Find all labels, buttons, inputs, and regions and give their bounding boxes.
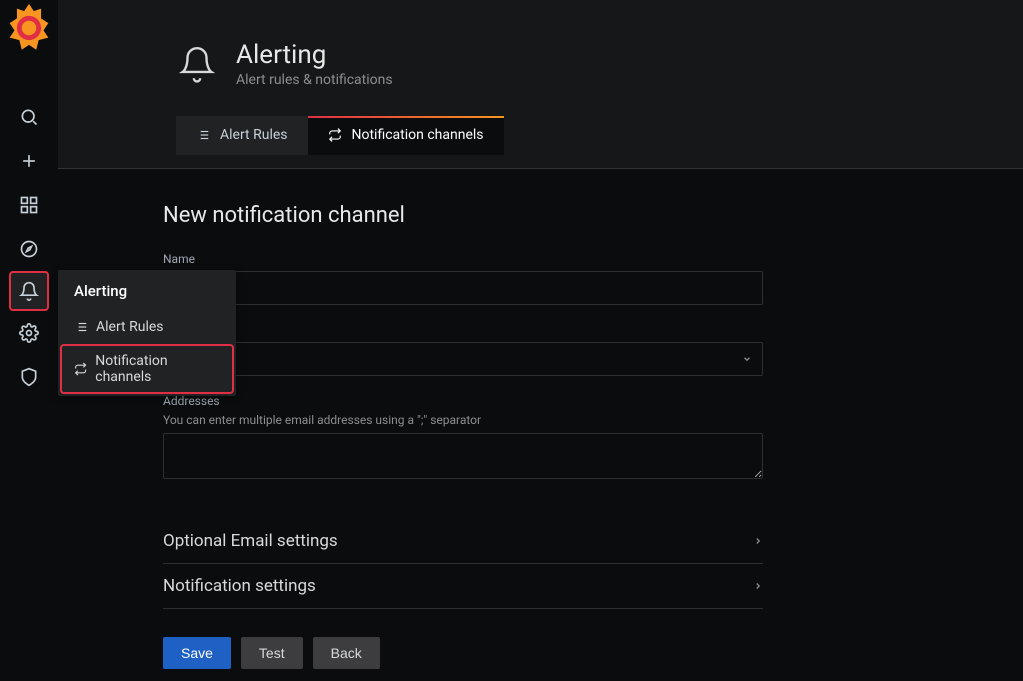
- expandable-label: Notification settings: [163, 576, 316, 596]
- test-button[interactable]: Test: [241, 637, 303, 669]
- grid-icon: [19, 195, 39, 215]
- logo[interactable]: [0, 0, 58, 55]
- expandable-notification-settings[interactable]: Notification settings: [163, 564, 763, 609]
- name-label: Name: [163, 252, 763, 266]
- list-icon: [196, 128, 210, 142]
- bell-icon: [178, 45, 216, 83]
- gear-icon: [19, 323, 39, 343]
- type-select[interactable]: Email: [163, 342, 763, 376]
- form-group-addresses: Addresses You can enter multiple email a…: [163, 394, 763, 483]
- button-row: Save Test Back: [163, 637, 1023, 669]
- content: New notification channel Name Type Email…: [58, 169, 1023, 681]
- chevron-right-icon: [753, 581, 763, 591]
- page-subtitle: Alert rules & notifications: [236, 72, 393, 88]
- create-nav[interactable]: [0, 139, 58, 183]
- plus-icon: [19, 151, 39, 171]
- back-button[interactable]: Back: [313, 637, 380, 669]
- save-button[interactable]: Save: [163, 637, 231, 669]
- tab-label: Alert Rules: [220, 127, 288, 143]
- addresses-textarea[interactable]: [163, 433, 763, 479]
- compass-icon: [19, 239, 39, 259]
- shield-icon: [19, 367, 39, 387]
- chevron-down-icon: [742, 354, 752, 364]
- list-icon: [74, 320, 88, 334]
- configuration-nav[interactable]: [0, 311, 58, 355]
- addresses-help: You can enter multiple email addresses u…: [163, 413, 763, 427]
- section-title: New notification channel: [163, 203, 1023, 228]
- alerting-nav[interactable]: [9, 271, 49, 311]
- page-header: Alerting Alert rules & notifications: [58, 0, 1023, 88]
- grafana-logo-icon: [0, 0, 58, 57]
- page-title: Alerting: [236, 40, 393, 70]
- form-group-type: Type Email: [163, 323, 763, 376]
- search-icon: [19, 107, 39, 127]
- flyout-item-alert-rules[interactable]: Alert Rules: [58, 310, 236, 344]
- tabs: Alert Rules Notification channels: [176, 116, 1023, 155]
- addresses-label: Addresses: [163, 394, 763, 408]
- sidebar: [0, 0, 58, 681]
- chevron-right-icon: [753, 536, 763, 546]
- flyout-item-notification-channels[interactable]: Notification channels: [60, 344, 234, 394]
- header-bar: Alerting Alert rules & notifications Ale…: [58, 0, 1023, 169]
- tab-notification-channels[interactable]: Notification channels: [308, 116, 504, 155]
- explore-nav[interactable]: [0, 227, 58, 271]
- name-input[interactable]: [163, 271, 763, 305]
- share-icon: [328, 128, 342, 142]
- page-titles: Alerting Alert rules & notifications: [236, 40, 393, 88]
- flyout-title: Alerting: [58, 270, 236, 310]
- form-group-name: Name: [163, 252, 763, 305]
- expandable-optional-email[interactable]: Optional Email settings: [163, 519, 763, 564]
- share-icon: [74, 362, 87, 376]
- dashboards-nav[interactable]: [0, 183, 58, 227]
- flyout-item-label: Alert Rules: [96, 319, 164, 335]
- flyout-item-label: Notification channels: [95, 353, 220, 385]
- tab-label: Notification channels: [352, 127, 484, 143]
- tab-alert-rules[interactable]: Alert Rules: [176, 116, 308, 155]
- sidebar-flyout: Alerting Alert Rules Notification channe…: [58, 270, 236, 396]
- server-admin-nav[interactable]: [0, 355, 58, 399]
- expandable-label: Optional Email settings: [163, 531, 338, 551]
- bell-icon: [19, 281, 39, 301]
- search-nav[interactable]: [0, 95, 58, 139]
